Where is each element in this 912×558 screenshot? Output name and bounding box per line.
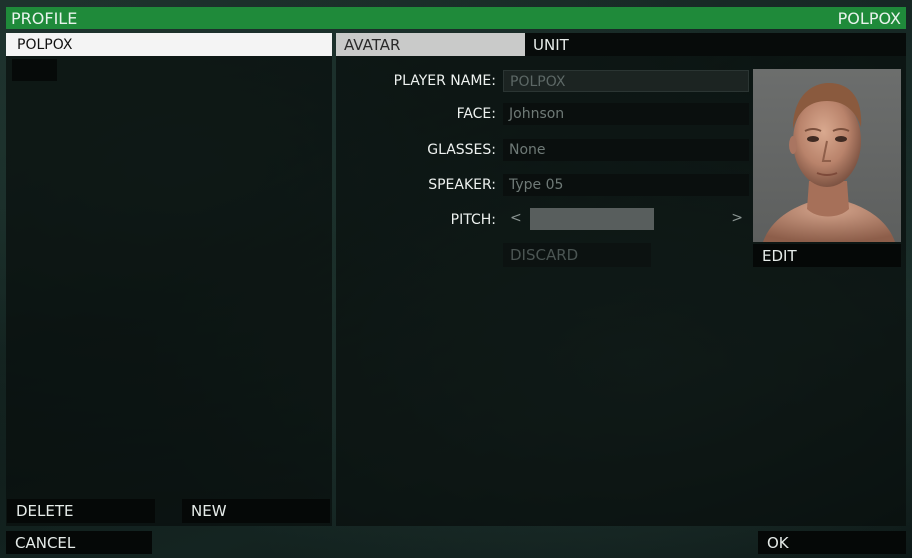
face-label: FACE: <box>456 106 496 122</box>
profile-list-item[interactable]: POLPOX <box>6 33 332 56</box>
page-title: PROFILE <box>11 8 78 28</box>
avatar-panel: AVATAR UNIT PLAYER NAME: POLPOX FACE: Jo… <box>336 33 906 526</box>
delete-button[interactable]: DELETE <box>7 499 155 523</box>
discard-button[interactable]: DISCARD <box>503 243 651 267</box>
edit-avatar-button[interactable]: EDIT <box>753 244 901 267</box>
face-select[interactable]: Johnson <box>503 103 749 125</box>
player-name-label: PLAYER NAME: <box>393 73 496 89</box>
cancel-button[interactable]: CANCEL <box>6 531 152 554</box>
avatar-face-image <box>763 83 895 242</box>
glasses-label: GLASSES: <box>427 142 496 158</box>
pitch-label: PITCH: <box>450 212 496 228</box>
speaker-select[interactable]: Type 05 <box>503 174 749 196</box>
pitch-slider[interactable]: < > <box>503 208 749 230</box>
player-name-field[interactable]: POLPOX <box>503 70 749 92</box>
ok-button[interactable]: OK <box>758 531 906 554</box>
profile-list-panel: POLPOX DELETE NEW <box>6 33 332 526</box>
glasses-select[interactable]: None <box>503 139 749 161</box>
avatar-portrait <box>753 69 901 242</box>
pitch-decrease-arrow-icon[interactable]: < <box>510 210 522 226</box>
pitch-increase-arrow-icon[interactable]: > <box>731 210 743 226</box>
speaker-label: SPEAKER: <box>428 177 496 193</box>
profile-list-empty-slot[interactable] <box>12 59 57 81</box>
current-profile-name: POLPOX <box>837 8 901 28</box>
title-bar: PROFILE POLPOX <box>6 7 906 29</box>
tab-unit[interactable]: UNIT <box>525 33 906 56</box>
pitch-slider-handle[interactable] <box>530 208 654 230</box>
tab-avatar[interactable]: AVATAR <box>336 33 525 56</box>
new-button[interactable]: NEW <box>182 499 330 523</box>
